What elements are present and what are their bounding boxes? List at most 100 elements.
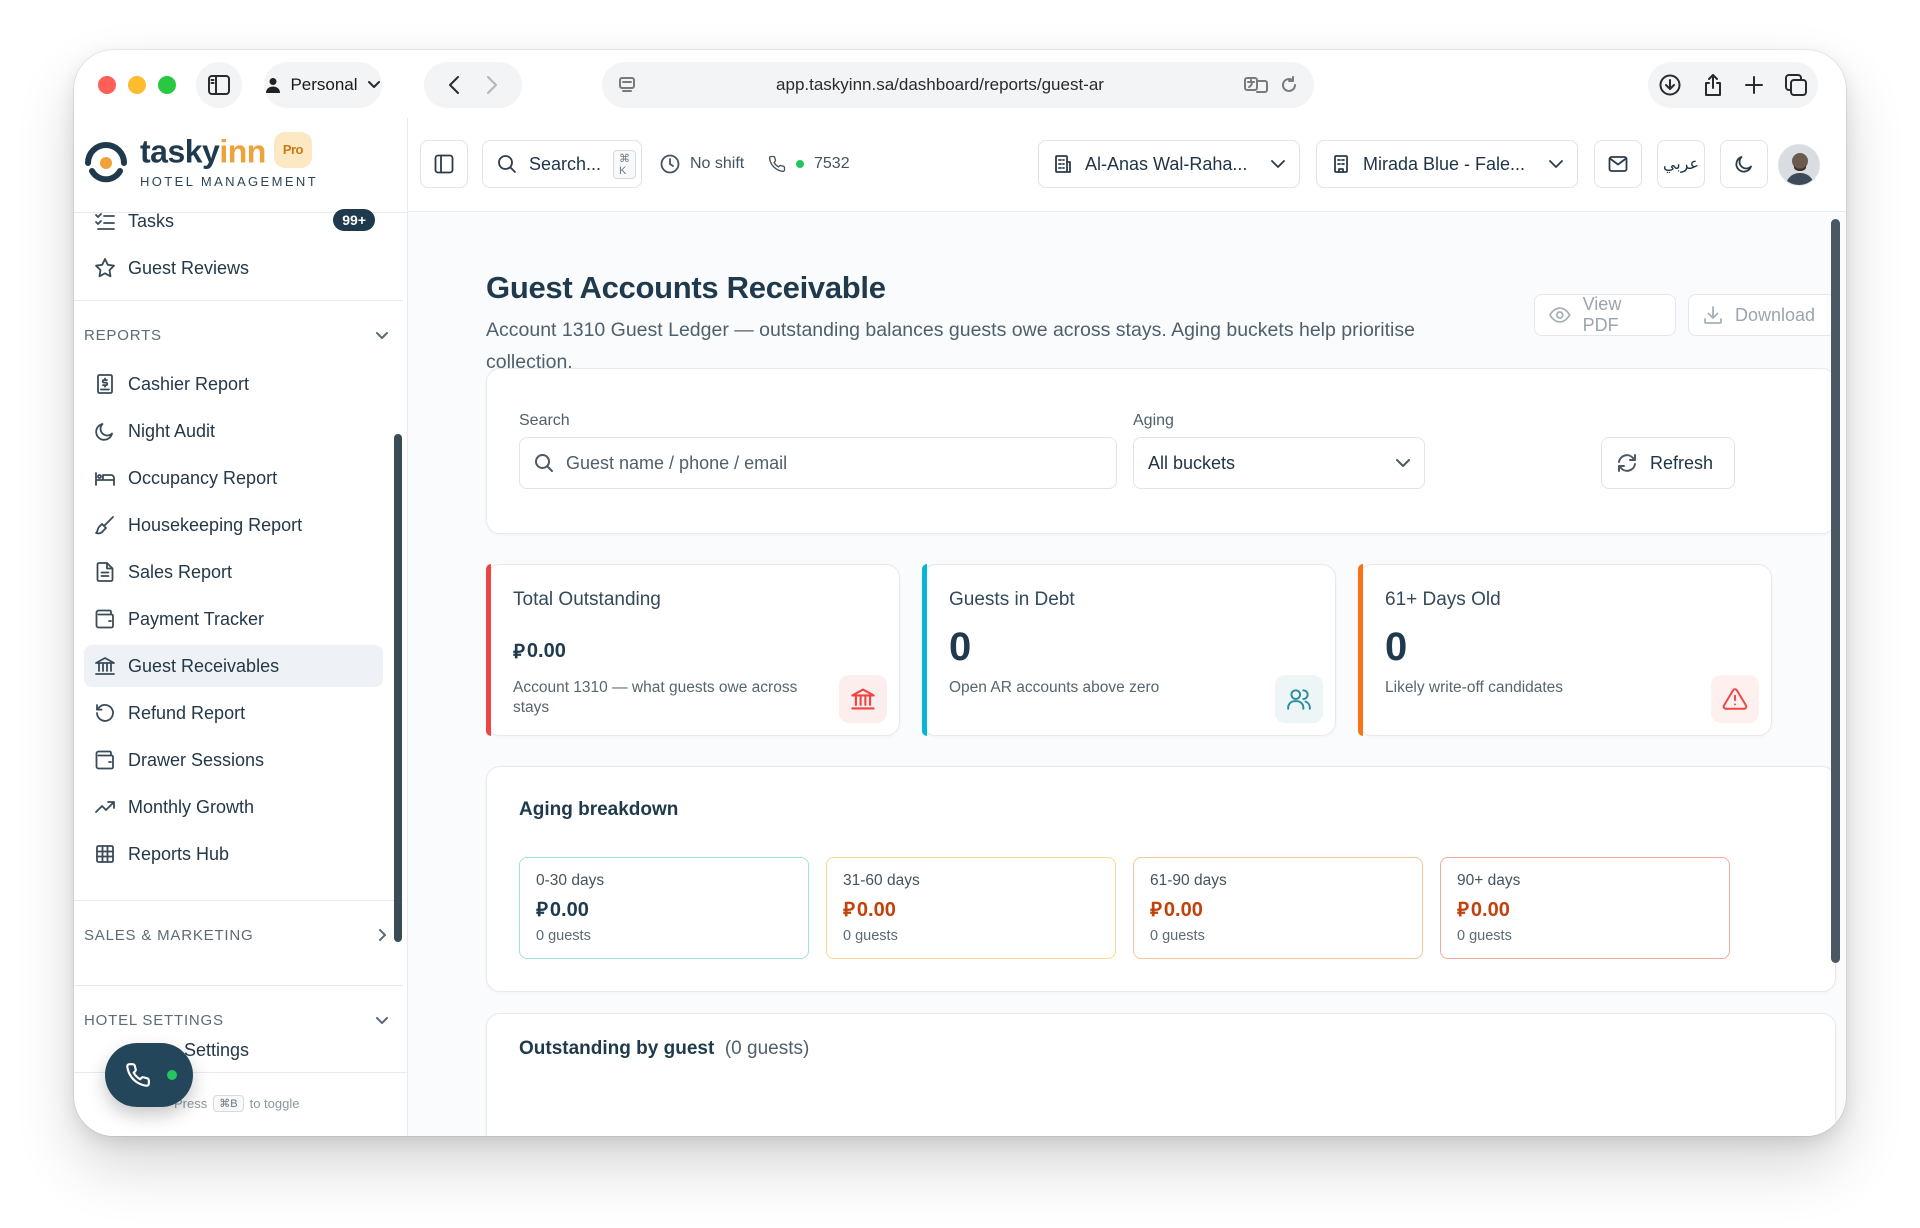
page-settings-icon[interactable]	[618, 76, 636, 94]
aging-bucket-90-plus[interactable]: 90+ days ⃁ 0.00 0 guests	[1440, 857, 1730, 959]
sidebar-item-occupancy-report[interactable]: Occupancy Report	[84, 457, 383, 499]
sidebar-item-label: Housekeeping Report	[128, 514, 303, 535]
tasks-count-badge: 99+	[333, 209, 375, 231]
person-icon	[266, 78, 281, 93]
riyal-icon: ⃁	[513, 641, 525, 663]
section-reports[interactable]: REPORTS	[84, 320, 391, 350]
sidebar-item-payment-tracker[interactable]: Payment Tracker	[84, 598, 383, 640]
section-title: Aging breakdown	[519, 799, 679, 820]
sidebar-item-label: Reports Hub	[128, 843, 230, 864]
phone-extension[interactable]: 7532	[768, 140, 850, 188]
sidebar-item-tasks[interactable]: Tasks 99+	[84, 200, 383, 242]
collapse-sidebar-button[interactable]	[420, 140, 468, 188]
sidebar-item-refund-report[interactable]: Refund Report	[84, 692, 383, 734]
aging-field-label: Aging	[1133, 412, 1174, 429]
stat-amount: 0.00	[526, 639, 566, 662]
wallet-icon	[95, 750, 114, 770]
stat-description: Open AR accounts above zero	[949, 679, 1160, 696]
property-name: Al-Anas Wal-Raha...	[1085, 153, 1248, 174]
stat-title: Total Outstanding	[513, 589, 661, 610]
user-avatar[interactable]	[1778, 144, 1820, 186]
url-text: app.taskyinn.sa/dashboard/reports/guest-…	[776, 75, 1104, 94]
hotel-name: Mirada Blue - Fale...	[1363, 153, 1526, 174]
call-button[interactable]	[105, 1043, 193, 1107]
zoom-window-button[interactable]	[158, 76, 176, 94]
section-hotel-settings[interactable]: HOTEL SETTINGS	[84, 1005, 391, 1035]
back-button[interactable]	[448, 75, 460, 95]
bucket-amount-value: 0.00	[1163, 899, 1203, 921]
main-scrollbar[interactable]	[1831, 219, 1840, 963]
divider	[74, 985, 403, 986]
reload-icon[interactable]	[1280, 76, 1298, 94]
aging-selected-value: All buckets	[1148, 452, 1236, 473]
theme-toggle-button[interactable]	[1720, 140, 1768, 188]
outstanding-by-guest-card: Outstanding by guest (0 guests)	[486, 1013, 1836, 1136]
minimize-window-button[interactable]	[128, 76, 146, 94]
clock-icon	[660, 154, 680, 174]
global-search-button[interactable]: Search... ⌘ K	[482, 140, 642, 188]
brand-logo[interactable]: taskyinn Pro HOTEL MANAGEMENT	[84, 132, 318, 189]
guests-in-debt-card: Guests in Debt 0 Open AR accounts above …	[922, 564, 1336, 736]
sidebar-item-drawer-sessions[interactable]: Drawer Sessions	[84, 739, 383, 781]
address-bar[interactable]: app.taskyinn.sa/dashboard/reports/guest-…	[602, 62, 1314, 108]
messages-button[interactable]	[1594, 140, 1642, 188]
hint-key: ⌘B	[213, 1095, 244, 1112]
translate-icon[interactable]	[1244, 76, 1268, 94]
taskyinn-logo-icon	[85, 141, 127, 182]
stat-icon-wrap	[1711, 675, 1759, 723]
aging-select[interactable]: All buckets	[1133, 437, 1425, 489]
card-accent	[922, 564, 927, 736]
property-selector[interactable]: Al-Anas Wal-Raha...	[1038, 140, 1300, 188]
refresh-button[interactable]: Refresh	[1601, 437, 1735, 489]
chevron-down-icon	[1396, 458, 1410, 467]
sidebar-item-reports-hub[interactable]: Reports Hub	[84, 833, 383, 875]
sidebar-item-guest-reviews[interactable]: Guest Reviews	[84, 247, 383, 289]
file-text-icon	[96, 562, 114, 582]
sidebar-item-guest-receivables[interactable]: Guest Receivables	[84, 645, 383, 687]
download-icon[interactable]	[1659, 74, 1681, 96]
section-title: HOTEL SETTINGS	[84, 1011, 224, 1029]
browser-toolbar: Personal app.taskyinn.sa/dashboard/repor…	[74, 50, 1846, 118]
language-toggle-button[interactable]: عربي	[1657, 140, 1705, 188]
brand-name: tasky	[140, 133, 220, 170]
stat-value: 0	[949, 625, 972, 669]
sidebar-toggle-button[interactable]	[196, 62, 242, 108]
download-icon	[1704, 306, 1722, 324]
sidebar-scrollbar[interactable]	[394, 434, 402, 942]
bucket-label: 90+ days	[1457, 872, 1521, 889]
sidebar-item-monthly-growth[interactable]: Monthly Growth	[84, 786, 383, 828]
extension-number: 7532	[814, 155, 850, 172]
sidebar-item-night-audit[interactable]: Night Audit	[84, 410, 383, 452]
hotel-selector[interactable]: Mirada Blue - Fale...	[1316, 140, 1578, 188]
search-label: Search...	[529, 153, 602, 174]
sidebar-item-cashier-report[interactable]: Cashier Report	[84, 363, 383, 405]
forward-button[interactable]	[486, 75, 498, 95]
history-nav	[424, 62, 522, 108]
new-tab-icon[interactable]	[1745, 76, 1763, 94]
chevron-right-icon	[379, 929, 386, 941]
aging-bucket-31-60[interactable]: 31-60 days ⃁ 0.00 0 guests	[826, 857, 1116, 959]
aging-bucket-61-90[interactable]: 61-90 days ⃁ 0.00 0 guests	[1133, 857, 1423, 959]
profile-selector[interactable]: Personal	[264, 62, 382, 108]
share-icon[interactable]	[1703, 74, 1723, 96]
sidebar-item-sales-report[interactable]: Sales Report	[84, 551, 383, 593]
guest-search-input[interactable]: Guest name / phone / email	[519, 437, 1117, 489]
brush-icon	[95, 516, 114, 535]
bucket-label: 61-90 days	[1150, 872, 1227, 889]
close-window-button[interactable]	[98, 76, 116, 94]
refresh-icon	[1618, 454, 1636, 472]
sidebar-item-housekeeping-report[interactable]: Housekeeping Report	[84, 504, 383, 546]
tabs-overview-icon[interactable]	[1785, 74, 1807, 96]
aging-bucket-0-30[interactable]: 0-30 days ⃁ 0.00 0 guests	[519, 857, 809, 959]
download-button[interactable]: Download	[1688, 294, 1836, 336]
sidebar-item-label: Drawer Sessions	[128, 749, 265, 770]
main-content: Guest Accounts Receivable Account 1310 G…	[408, 213, 1846, 1136]
avatar-icon	[1779, 145, 1819, 185]
sidebar-toggle-hint: Press ⌘B to toggle	[174, 1095, 299, 1112]
section-sales-marketing[interactable]: SALES & MARKETING	[84, 920, 391, 950]
view-pdf-button[interactable]: View PDF	[1534, 294, 1676, 336]
chevron-down-icon	[1549, 159, 1563, 168]
shift-status[interactable]: No shift	[660, 140, 744, 188]
star-icon	[95, 258, 115, 278]
bucket-count: 0 guests	[1150, 928, 1205, 944]
